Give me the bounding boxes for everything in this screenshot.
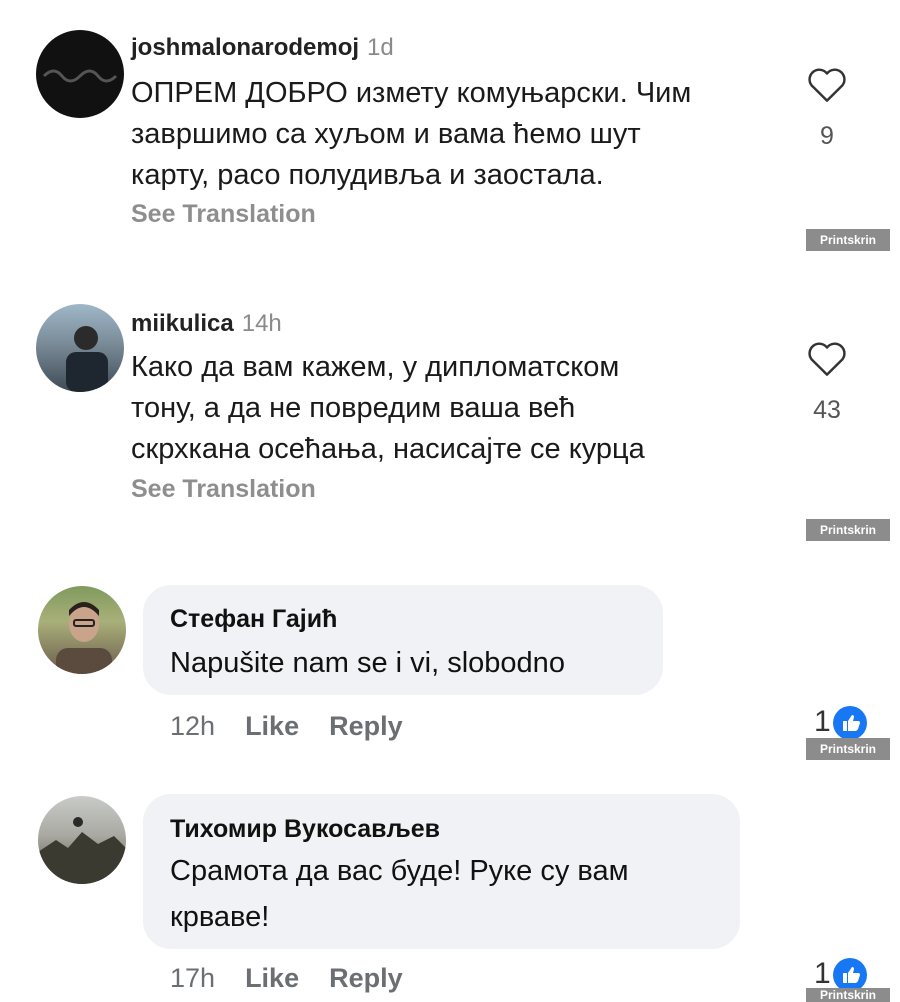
username[interactable]: joshmalonarodemoj: [131, 34, 359, 61]
like-count: 9: [820, 122, 834, 150]
comment-header: joshmalonarodemoj 1d: [131, 34, 394, 62]
username[interactable]: miikulica: [131, 310, 234, 337]
reaction-count[interactable]: 1: [814, 705, 867, 741]
comment-line: Napušite nam se i vi, slobodno: [170, 647, 565, 679]
reaction-count[interactable]: 1: [814, 957, 867, 993]
see-translation-link[interactable]: See Translation: [131, 200, 316, 229]
comment-line: карту, расо полудивља и заостала.: [131, 159, 604, 191]
timestamp: 12h: [170, 711, 216, 741]
landscape-photo-icon: [38, 817, 126, 884]
comment-line: скрхкана осећања, насисајте се курца: [131, 433, 645, 465]
watermark-label: Printskrin: [806, 519, 890, 541]
reply-button[interactable]: Reply: [329, 963, 403, 993]
commenter-name[interactable]: Тихомир Вукосављев: [170, 815, 440, 844]
person-photo-icon: [56, 602, 112, 674]
comment-text: Како да вам кажем, у дипломатском тону, …: [131, 347, 791, 470]
avatar[interactable]: [38, 586, 126, 674]
avatar[interactable]: [36, 30, 124, 118]
thumbs-up-icon: [832, 706, 867, 741]
avatar[interactable]: [38, 796, 126, 884]
watermark-label: Printskrin: [806, 988, 890, 1002]
watermark-label: Printskrin: [806, 738, 890, 760]
comment-text: Napušite nam se i vi, slobodno: [170, 640, 565, 686]
timestamp: 1d: [367, 34, 394, 61]
avatar[interactable]: [36, 304, 124, 392]
see-translation-link[interactable]: See Translation: [131, 475, 316, 504]
avatar-squiggle-icon: [42, 69, 118, 83]
comment-line: ОПРЕМ ДОБРО измету комуњарски. Чим: [131, 77, 692, 109]
comment-text: Срамота да вас буде! Руке су вам крваве!: [170, 848, 629, 940]
thumbs-up-icon: [832, 958, 867, 993]
comment-header: miikulica 14h: [131, 310, 282, 338]
like-button[interactable]: Like: [245, 963, 299, 993]
timestamp: 14h: [241, 310, 282, 337]
reaction-count-value: 1: [814, 957, 831, 990]
comment-actions: 12h Like Reply: [170, 711, 433, 742]
comment-line: Срамота да вас буде! Руке су вам: [170, 855, 629, 887]
comment-line: тону, а да не повредим ваша већ: [131, 392, 576, 424]
watermark-label: Printskrin: [806, 229, 890, 251]
heart-icon[interactable]: [806, 64, 848, 104]
comment-text: ОПРЕМ ДОБРО измету комуњарски. Чим заврш…: [131, 73, 791, 196]
person-photo-icon: [66, 326, 108, 392]
comment-line: крваве!: [170, 901, 270, 933]
comment-line: Како да вам кажем, у дипломатском: [131, 351, 620, 383]
timestamp: 17h: [170, 963, 216, 993]
like-count: 43: [813, 396, 841, 424]
comment-actions: 17h Like Reply: [170, 963, 433, 994]
comment-line: завршимо са хуљом и вама ћемо шут: [131, 118, 641, 150]
reply-button[interactable]: Reply: [329, 711, 403, 741]
heart-icon[interactable]: [806, 338, 848, 378]
reaction-count-value: 1: [814, 705, 831, 738]
like-button[interactable]: Like: [245, 711, 299, 741]
commenter-name[interactable]: Стефан Гајић: [170, 605, 337, 634]
